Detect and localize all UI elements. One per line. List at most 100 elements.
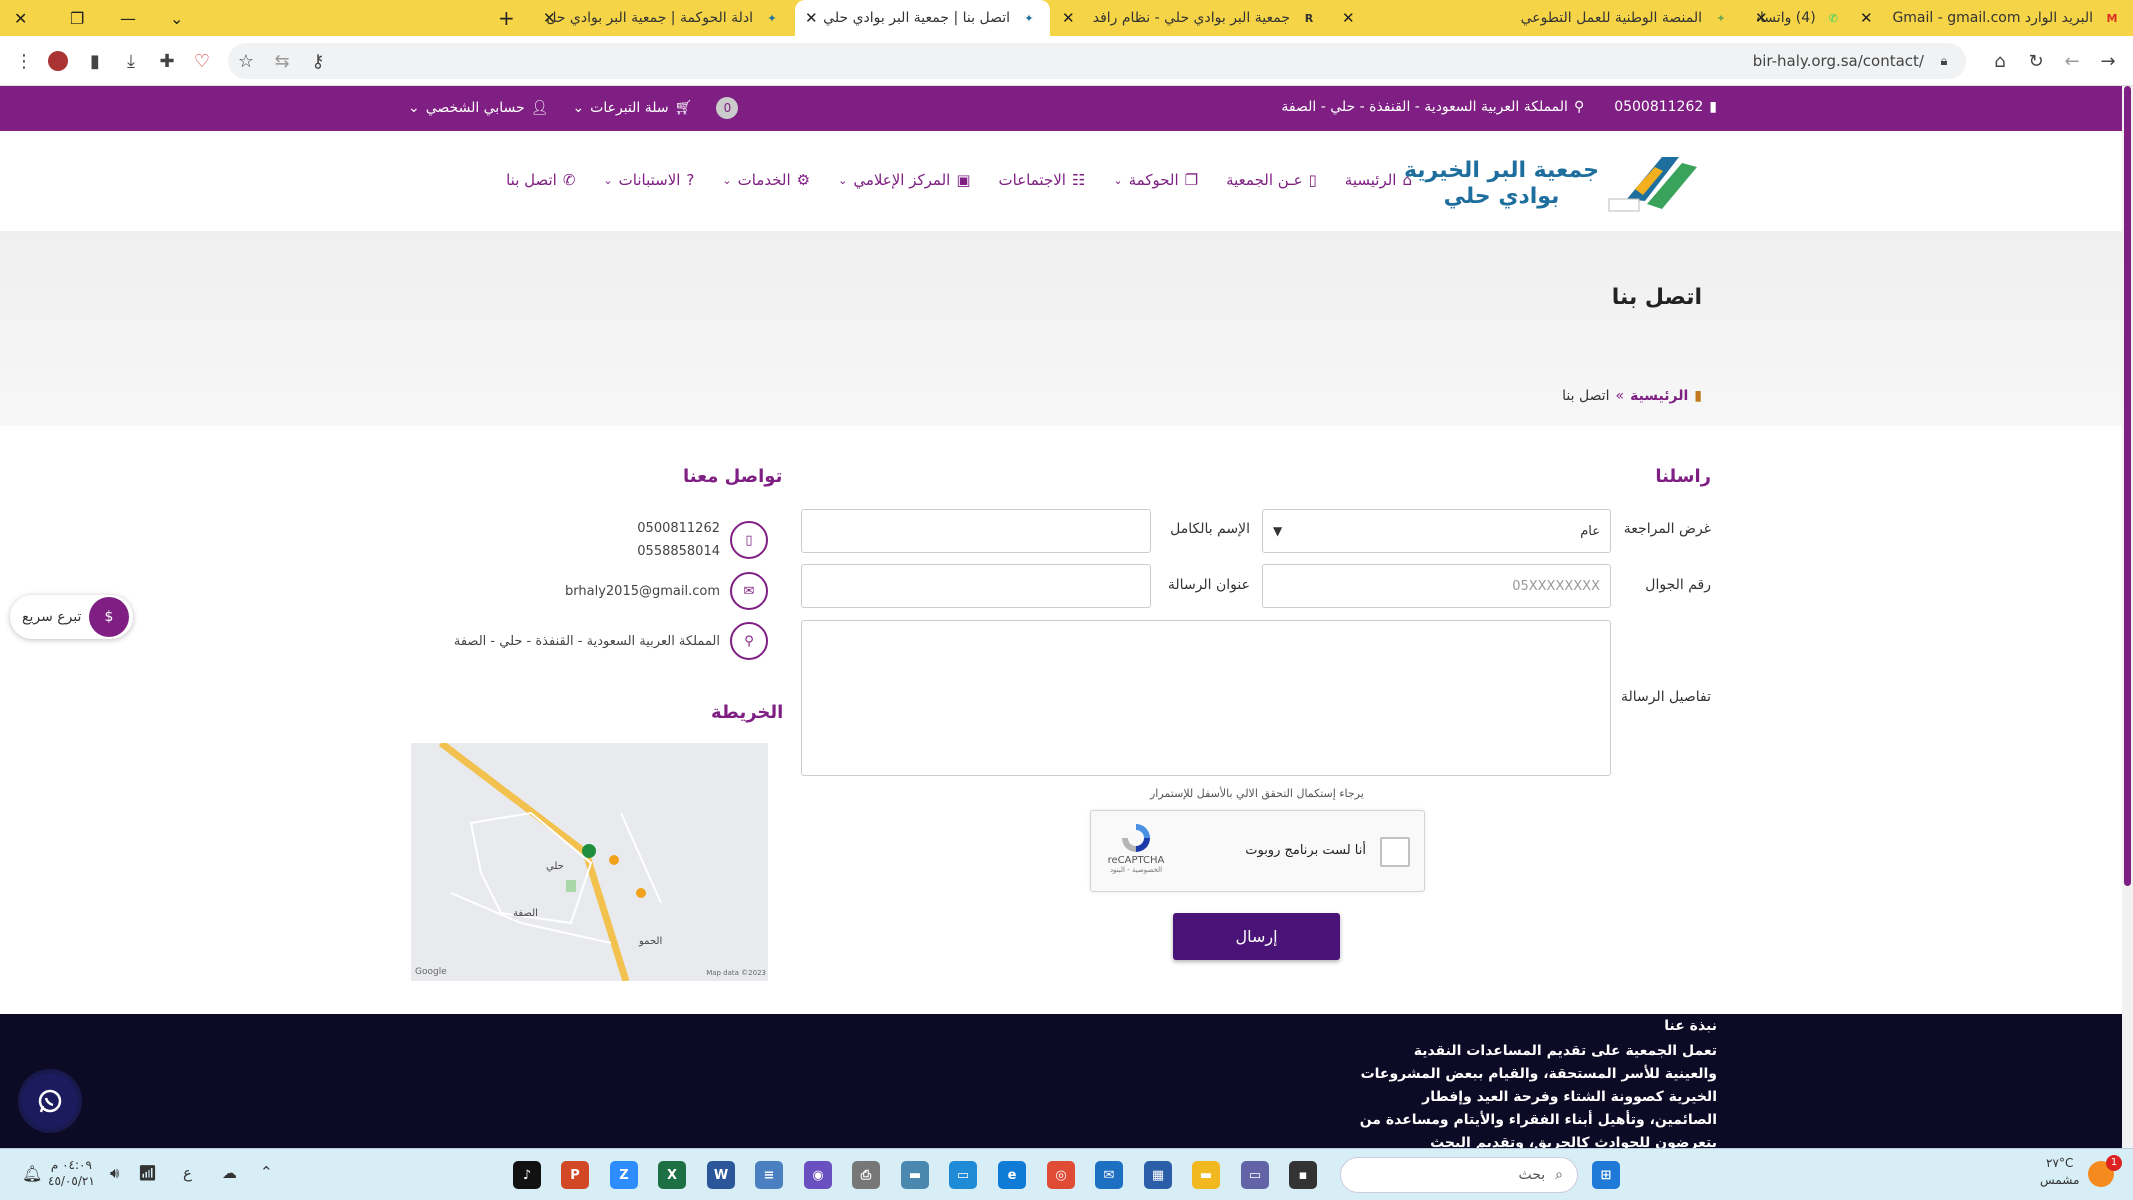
tab-close-icon[interactable]: ✕ — [1062, 9, 1075, 27]
contact-phone2[interactable]: 0558858014 — [637, 540, 720, 563]
sidebar-icon[interactable]: ▮ — [83, 49, 107, 73]
notepad-icon[interactable]: ≡ — [755, 1161, 783, 1189]
forward-icon[interactable]: ← — [2060, 49, 2084, 73]
whatsapp-button[interactable] — [22, 1073, 78, 1129]
notification-bell-icon[interactable]: 🔔︎ — [22, 1164, 42, 1183]
nav-item[interactable]: ⌂ الرئيسية — [1345, 171, 1412, 189]
onedrive-icon[interactable]: ☁ — [222, 1164, 237, 1182]
volume-icon[interactable]: 🔊︎ — [110, 1164, 119, 1182]
name-input[interactable] — [801, 509, 1151, 553]
lock-icon[interactable]: 🔒︎ — [1932, 49, 1956, 73]
bookmark-star-icon[interactable]: ☆ — [234, 49, 258, 73]
terminal-icon[interactable]: ▪ — [1289, 1161, 1317, 1189]
quick-donate-button[interactable]: تبرع سريع $ — [10, 595, 133, 639]
extensions-icon[interactable]: ✚ — [155, 49, 179, 73]
tab-close-icon[interactable]: ✕ — [805, 9, 818, 27]
logo-line1: جمعية البر الخيرية — [1403, 157, 1599, 183]
browser-tab[interactable]: ✕ البريد الوارد Gmail - gmail.com M — [1850, 0, 2133, 36]
cart-count-badge[interactable]: 0 — [716, 97, 739, 119]
browser-tab[interactable]: ✕ جمعية البر بوادي حلي - نظام رافد R — [1052, 0, 1330, 36]
language-indicator[interactable]: ع — [183, 1164, 192, 1182]
nav-item[interactable]: ☷ الاجتماعات — [999, 171, 1086, 189]
browser-tab[interactable]: ✕(4) واتساب✆ — [1745, 0, 1853, 36]
tab-close-icon[interactable]: ✕ — [1755, 9, 1768, 27]
home-browser-icon[interactable]: ⌂ — [1988, 49, 2012, 73]
word-icon[interactable]: W — [707, 1161, 735, 1189]
monitor-icon[interactable]: ▭ — [949, 1161, 977, 1189]
nav-item[interactable]: ✆ اتصل بنا — [506, 171, 575, 189]
tiktok-icon[interactable]: ♪ — [513, 1161, 541, 1189]
password-key-icon[interactable]: ⚷ — [306, 49, 330, 73]
subject-label: عنوان الرسالة — [1167, 577, 1250, 593]
explorer-icon[interactable]: ▬ — [1192, 1161, 1220, 1189]
user-icon: 👤︎ — [530, 100, 549, 116]
page-scrollbar[interactable] — [2122, 86, 2133, 1148]
topbar-phone[interactable]: ▮ 0500811262 — [1614, 99, 1717, 115]
recaptcha-checkbox[interactable] — [1380, 837, 1410, 867]
new-tab-icon[interactable]: + — [498, 0, 515, 36]
chat-icon[interactable]: ▭ — [1241, 1161, 1269, 1189]
omnibox[interactable]: ☆ ⇆ ⚷ bir-haly.org.sa/contact/ 🔒︎ — [228, 43, 1966, 79]
chrome-icon[interactable]: ◎ — [1047, 1161, 1075, 1189]
printer-icon[interactable]: ⎙ — [852, 1161, 880, 1189]
contact-email[interactable]: brhaly2015@gmail.com — [565, 584, 720, 599]
mail-icon[interactable]: ✉ — [1095, 1161, 1123, 1189]
tray-chevron-icon[interactable]: ⌃ — [260, 1163, 273, 1181]
app-icon[interactable]: ◉ — [804, 1161, 832, 1189]
nav-item[interactable]: ❐ الحوكمة ⌄ — [1113, 171, 1198, 189]
nav-item[interactable]: ▣ المركز الإعلامي ⌄ — [838, 171, 970, 189]
envelope-icon: ✉ — [730, 572, 768, 610]
scrollbar-thumb[interactable] — [2124, 86, 2131, 886]
browser-tab[interactable]: ✕ المنصة الوطنية للعمل التطوعي ✦ — [1332, 0, 1742, 36]
google-map[interactable]: حلي الصفة الحمو Google Map data ©2023 — [411, 743, 768, 981]
browser-tab[interactable]: ✕ اتصل بنا | جمعية البر بوادي حلي ✦ — [795, 0, 1050, 36]
weather-widget[interactable]: ٢٧°C مشمس — [2040, 1155, 2079, 1189]
tab-close-icon[interactable]: ✕ — [1342, 9, 1355, 27]
purpose-select[interactable]: عام ▼ — [1262, 509, 1611, 553]
donation-cart-button[interactable]: 🛒︎ سلة التبرعات ⌄ — [572, 100, 692, 116]
chevron-down-icon: ⌄ — [838, 173, 848, 187]
start-icon[interactable]: ⊞ — [1592, 1161, 1620, 1189]
tab-close-icon[interactable]: ✕ — [543, 9, 556, 27]
mobile-label: رقم الجوال — [1645, 577, 1711, 593]
submit-button[interactable]: إرسال — [1173, 913, 1340, 960]
restore-window-icon[interactable]: ❐ — [70, 0, 84, 36]
logo-line2: بوادي حلي — [1443, 184, 1560, 209]
pocket-icon[interactable]: ♡ — [190, 49, 214, 73]
reload-icon[interactable]: ↻ — [2024, 49, 2048, 73]
scanner-icon[interactable]: ▬ — [901, 1161, 929, 1189]
subject-input[interactable] — [801, 564, 1151, 608]
edge-icon[interactable]: e — [998, 1161, 1026, 1189]
nav-item[interactable]: ▯ عـن الجمعية — [1226, 171, 1317, 189]
store-icon[interactable]: ▦ — [1144, 1161, 1172, 1189]
close-window-icon[interactable]: ✕ — [14, 0, 27, 36]
site-header: جمعية البر الخيرية بوادي حلي ⌂ الرئيسية ▯ ع… — [0, 131, 2122, 231]
powerpoint-icon[interactable]: P — [561, 1161, 589, 1189]
profile-avatar[interactable] — [46, 49, 70, 73]
bookmark-icon: ▮ — [1694, 388, 1702, 404]
contact-phone1[interactable]: 0500811262 — [637, 517, 720, 540]
excel-icon[interactable]: X — [658, 1161, 686, 1189]
share-icon[interactable]: ⇆ — [270, 49, 294, 73]
contact-address-row: ⚲ المملكة العربية السعودية - القنفذة - ح… — [454, 622, 768, 660]
back-icon[interactable]: → — [2096, 49, 2120, 73]
zoom-icon[interactable]: Z — [610, 1161, 638, 1189]
details-textarea[interactable] — [801, 620, 1611, 776]
url-text[interactable]: bir-haly.org.sa/contact/ — [1753, 52, 1924, 70]
nav-item[interactable]: ? الاستبانات ⌄ — [603, 171, 694, 189]
minimize-window-icon[interactable]: — — [120, 0, 136, 36]
whatsapp-icon — [38, 1089, 62, 1113]
account-button[interactable]: 👤︎ حسابي الشخصي ⌄ — [408, 100, 548, 116]
site-logo[interactable]: جمعية البر الخيرية بوادي حلي — [1404, 149, 1702, 219]
tab-close-icon[interactable]: ✕ — [1860, 9, 1873, 27]
wifi-icon[interactable]: 📶︎ — [138, 1164, 157, 1182]
mobile-input[interactable]: 05XXXXXXXX — [1262, 564, 1611, 608]
browser-tab[interactable]: ✕ ادلة الحوكمة | جمعية البر بوادي حل ✦ — [533, 0, 793, 36]
breadcrumb-home-link[interactable]: الرئيسية — [1630, 388, 1688, 404]
taskbar-search[interactable]: ⌕ بحث — [1340, 1157, 1578, 1193]
nav-item[interactable]: ⚙ الخدمات ⌄ — [722, 171, 810, 189]
clock[interactable]: ٠٤:٠٩ م ٤٥/٠٥/٢١ — [48, 1157, 95, 1189]
menu-dots-icon[interactable]: ⋮ — [12, 49, 36, 73]
tab-search-icon[interactable]: ⌄ — [170, 0, 183, 36]
download-icon[interactable]: ⤓ — [119, 49, 143, 73]
